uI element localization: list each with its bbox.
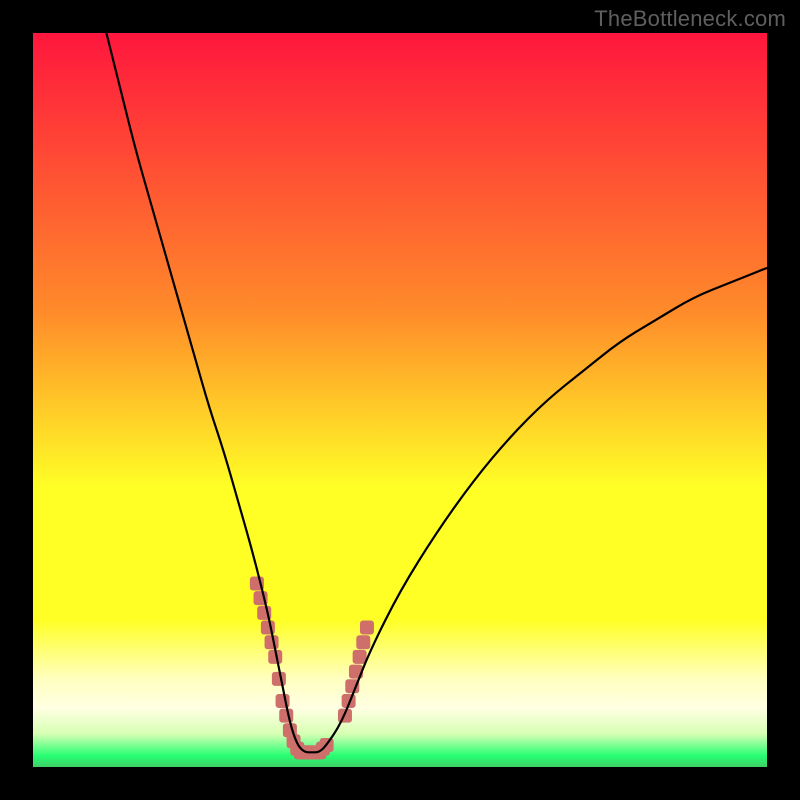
gradient-background <box>33 33 767 767</box>
marker-dot <box>279 709 293 723</box>
marker-dot <box>265 635 279 649</box>
marker-dot <box>353 650 367 664</box>
watermark-text: TheBottleneck.com <box>594 6 786 32</box>
marker-dot <box>356 635 370 649</box>
marker-dot <box>360 621 374 635</box>
marker-dot <box>272 672 286 686</box>
bottleneck-chart <box>33 33 767 767</box>
chart-frame: TheBottleneck.com <box>0 0 800 800</box>
